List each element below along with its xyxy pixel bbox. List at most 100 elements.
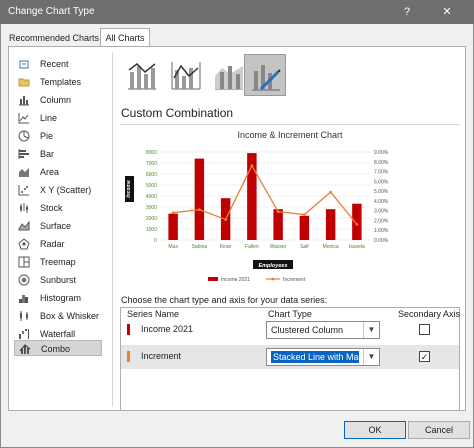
box-whisker-chart-icon <box>20 311 28 321</box>
line-point <box>329 190 333 194</box>
bar <box>194 158 205 240</box>
sidebar-item-label: Area <box>40 167 60 177</box>
area-chart-icon <box>19 168 29 177</box>
sidebar-item-line[interactable]: Line <box>14 110 102 126</box>
sidebar-item-label: Combo <box>41 344 71 354</box>
tab-all-charts[interactable]: All Charts <box>100 28 150 46</box>
chevron-down-icon[interactable]: ▼ <box>363 349 379 365</box>
sidebar-item-label: Surface <box>40 221 72 231</box>
table-row: Income 2021 Clustered Column ▼ <box>121 318 459 342</box>
sidebar-item-radar[interactable]: Radar <box>14 236 102 252</box>
sidebar-item-histogram[interactable]: Histogram <box>14 290 102 306</box>
title-bar: Change Chart Type ? ✕ <box>0 0 474 24</box>
sidebar-item-label: Stock <box>40 203 63 213</box>
sidebar-item-combo[interactable]: Combo <box>14 340 102 356</box>
x-tick-label: Isavela <box>349 244 365 250</box>
y-tick-label: 5000 <box>146 183 157 189</box>
y-tick-label: 4000 <box>146 194 157 200</box>
line-point <box>302 213 306 216</box>
sidebar-item-label: Line <box>40 113 58 123</box>
pie-chart-icon <box>18 130 30 142</box>
combo-column-line-secondary-button[interactable] <box>165 54 207 96</box>
sidebar-item-label: Box & Whisker <box>40 311 100 321</box>
sidebar-item-box-whisker[interactable]: Box & Whisker <box>14 308 102 324</box>
column-chart-icon <box>19 96 29 106</box>
chart-type-select[interactable]: Clustered Column ▼ <box>266 321 380 339</box>
sidebar-item-label: Sunburst <box>40 275 77 285</box>
combo-chart-icon <box>19 344 31 354</box>
y2-tick-label: 5.00% <box>374 189 389 195</box>
sidebar-item-label: Pie <box>40 131 54 141</box>
sidebar-item-sunburst[interactable]: Sunburst <box>14 272 102 288</box>
close-button[interactable]: ✕ <box>438 3 456 21</box>
sidebar-item-bar[interactable]: Bar <box>14 146 102 162</box>
secondary-axis-checkbox[interactable] <box>419 324 430 335</box>
histogram-chart-icon <box>19 295 28 303</box>
y2-tick-label: 2.00% <box>374 218 389 224</box>
x-tick-label: Fallen <box>245 244 259 250</box>
chart-type-value: Stacked Line with Ma... <box>271 351 359 363</box>
sidebar-item-stock[interactable]: Stock <box>14 200 102 216</box>
sidebar-item-surface[interactable]: Surface <box>14 218 102 234</box>
line-point <box>276 210 280 214</box>
tab-recommended-charts[interactable]: Recommended Charts <box>8 30 100 46</box>
y-tick-label: 3000 <box>146 205 157 211</box>
line-point <box>171 211 175 215</box>
y-tick-label: 6000 <box>146 172 157 178</box>
secondary-axis-checkbox[interactable]: ✓ <box>419 351 430 362</box>
ok-button[interactable]: OK <box>344 421 406 439</box>
y2-tick-label: 8.00% <box>374 160 389 166</box>
bar <box>273 209 283 240</box>
bar-chart-icon <box>18 149 29 159</box>
chart-preview: Income & Increment Chart 0 1000 2000 3000 400… <box>120 124 460 290</box>
chevron-down-icon[interactable]: ▼ <box>363 322 379 338</box>
line-point <box>224 218 228 221</box>
sidebar-item-scatter[interactable]: X Y (Scatter) <box>14 182 102 198</box>
y-axis-title: Income <box>126 180 132 198</box>
treemap-chart-icon <box>18 256 30 268</box>
sidebar-item-treemap[interactable]: Treemap <box>14 254 102 270</box>
y2-tick-label: 0.00% <box>374 238 389 244</box>
line-point <box>250 164 254 168</box>
combo-clustered-column-line-button[interactable] <box>121 54 163 96</box>
sidebar-item-templates[interactable]: Templates <box>14 74 102 90</box>
y-tick-label: 8000 <box>146 150 157 156</box>
sidebar-item-label: Radar <box>40 239 65 249</box>
series-name: Increment <box>141 351 182 361</box>
y2-tick-label: 3.00% <box>374 209 389 215</box>
x-tick-label: Max <box>168 244 178 250</box>
stock-chart-icon <box>20 203 28 213</box>
x-tick-label: Saif <box>300 244 309 250</box>
y-tick-label: 0 <box>154 238 157 244</box>
legend-marker-increment <box>271 277 275 281</box>
cancel-button[interactable]: Cancel <box>408 421 470 439</box>
sidebar-item-column[interactable]: Column <box>14 92 102 108</box>
line-chart-icon <box>18 113 29 124</box>
sidebar-item-pie[interactable]: Pie <box>14 128 102 144</box>
help-button[interactable]: ? <box>398 3 416 21</box>
recent-icon <box>19 60 29 69</box>
combo-subtype-icon <box>171 62 201 90</box>
sidebar-item-label: Histogram <box>40 293 82 303</box>
sidebar-divider <box>112 52 113 407</box>
chart-title: Income & Increment Chart <box>237 130 343 140</box>
custom-combo-icon <box>252 65 281 91</box>
combo-subtype-icon <box>128 63 156 90</box>
sidebar-item-recent[interactable]: Recent <box>14 56 102 72</box>
y2-tick-label: 4.00% <box>374 199 389 205</box>
y2-tick-label: 7.00% <box>374 170 389 176</box>
chart-type-select[interactable]: Stacked Line with Ma... ▼ <box>266 348 380 366</box>
legend-label-income: Income 2021 <box>221 277 250 283</box>
sidebar-item-area[interactable]: Area <box>14 164 102 180</box>
x-tick-label: Kiran <box>220 244 232 250</box>
legend-swatch-income <box>208 277 218 281</box>
radar-chart-icon <box>18 238 30 250</box>
x-tick-label: Monica <box>323 244 339 250</box>
combo-custom-combination-button[interactable] <box>244 54 286 96</box>
y2-tick-label: 6.00% <box>374 179 389 185</box>
sidebar-item-label: Bar <box>40 149 55 159</box>
series-instruction: Choose the chart type and axis for your … <box>121 295 328 305</box>
series-color-swatch <box>127 324 130 335</box>
y-tick-label: 7000 <box>146 161 157 167</box>
sidebar-item-label: Column <box>40 95 72 105</box>
